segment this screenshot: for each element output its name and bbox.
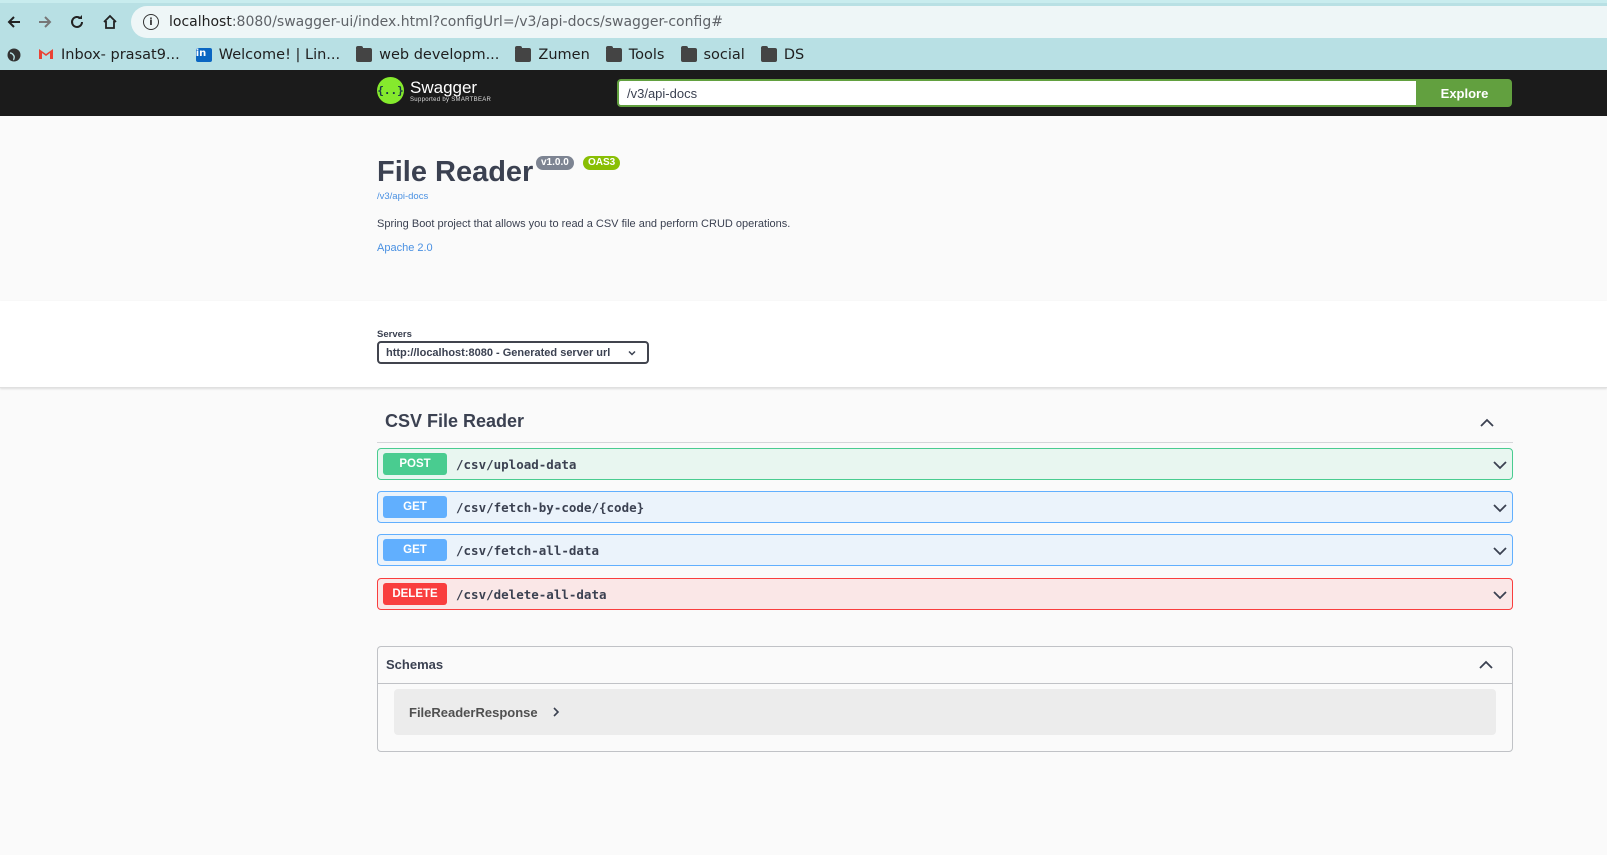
schemas-title: Schemas — [386, 657, 444, 672]
bookmark-label: web developm... — [379, 47, 500, 63]
bookmark-social[interactable]: social — [680, 46, 745, 63]
info-section: File Reader v1.0.0 OAS3 /v3/api-docs Spr… — [0, 116, 1607, 301]
chevron-right-icon[interactable] — [552, 707, 560, 717]
url-path: :8080/swagger-ui/index.html?configUrl=/v… — [231, 14, 723, 30]
swagger-logo-icon: {..} — [377, 77, 404, 104]
folder-icon — [515, 46, 532, 62]
browser-chrome: i localhost:8080/swagger-ui/index.html?c… — [0, 0, 1607, 70]
bookmark-ds[interactable]: DS — [760, 46, 805, 63]
forward-icon[interactable] — [32, 9, 58, 35]
back-icon[interactable] — [1, 9, 27, 35]
bookmark-linkedin[interactable]: in Welcome! | Lin... — [195, 47, 341, 63]
operation-delete-all-data[interactable]: DELETE /csv/delete-all-data — [377, 578, 1513, 610]
schemas-header[interactable]: Schemas — [378, 647, 1512, 684]
home-icon[interactable] — [97, 9, 123, 35]
bookmark-label: Zumen — [538, 47, 590, 63]
oas-badge: OAS3 — [583, 156, 621, 170]
operation-path: /csv/upload-data — [456, 456, 577, 472]
chevron-up-icon[interactable] — [1478, 657, 1494, 673]
method-badge: DELETE — [383, 583, 447, 605]
api-url-input[interactable]: /v3/api-docs — [617, 79, 1418, 107]
api-description: Spring Boot project that allows you to r… — [377, 218, 791, 230]
chevron-down-icon — [628, 350, 636, 356]
license-link[interactable]: Apache 2.0 — [377, 242, 433, 254]
folder-icon — [605, 46, 622, 62]
bookmark-tools[interactable]: Tools — [605, 46, 665, 63]
bookmark-zumen[interactable]: Zumen — [515, 46, 590, 63]
chevron-up-icon[interactable] — [1479, 415, 1495, 431]
servers-select[interactable]: http://localhost:8080 - Generated server… — [377, 341, 649, 364]
bookmark-label: Welcome! | Lin... — [218, 47, 341, 63]
tag-header[interactable]: CSV File Reader — [377, 405, 1513, 443]
method-badge: GET — [383, 496, 447, 518]
bookmark-label: DS — [783, 47, 805, 63]
url-host: localhost — [169, 14, 232, 30]
bookmarks-globe-icon[interactable] — [6, 47, 22, 63]
logo-subtext: Supported by SMARTBEAR — [410, 96, 492, 103]
spec-url-link[interactable]: /v3/api-docs — [377, 191, 428, 202]
logo-text: Swagger — [410, 77, 478, 97]
explore-button[interactable]: Explore — [1417, 79, 1512, 107]
chevron-down-icon[interactable] — [1492, 457, 1508, 473]
model-name: FileReaderResponse — [409, 704, 538, 720]
bookmark-label: Tools — [628, 47, 665, 63]
bookmark-label: social — [703, 47, 745, 63]
chevron-down-icon[interactable] — [1492, 587, 1508, 603]
linkedin-icon: in — [195, 48, 212, 62]
operation-path: /csv/delete-all-data — [456, 586, 607, 602]
servers-selected-value: http://localhost:8080 - Generated server… — [386, 346, 611, 359]
folder-icon — [680, 46, 697, 62]
bookmarks-bar: Inbox- prasat9... in Welcome! | Lin... w… — [0, 41, 820, 69]
operation-get-fetch-by-code[interactable]: GET /csv/fetch-by-code/{code} — [377, 491, 1513, 523]
gmail-icon — [38, 48, 54, 62]
folder-icon — [760, 46, 777, 62]
folder-icon — [356, 46, 373, 62]
reload-icon[interactable] — [64, 9, 90, 35]
servers-section: Servers http://localhost:8080 - Generate… — [0, 301, 1607, 388]
bookmark-label: Inbox- prasat9... — [61, 47, 180, 63]
method-badge: POST — [383, 453, 447, 475]
bookmark-web-development[interactable]: web developm... — [356, 46, 500, 63]
operation-post-upload-data[interactable]: POST /csv/upload-data — [377, 448, 1513, 480]
chevron-down-icon[interactable] — [1492, 543, 1508, 559]
site-info-icon[interactable]: i — [143, 14, 159, 30]
tag-title: CSV File Reader — [385, 411, 525, 431]
operation-get-fetch-all-data[interactable]: GET /csv/fetch-all-data — [377, 534, 1513, 566]
swagger-logo[interactable]: {..} Swagger Supported by SMARTBEAR — [377, 77, 491, 104]
operation-path: /csv/fetch-by-code/{code} — [456, 499, 645, 515]
model-file-reader-response[interactable]: FileReaderResponse — [394, 689, 1496, 735]
address-bar[interactable]: i localhost:8080/swagger-ui/index.html?c… — [131, 6, 1607, 38]
servers-label: Servers — [377, 329, 412, 340]
swagger-topbar: {..} Swagger Supported by SMARTBEAR /v3/… — [0, 70, 1607, 116]
method-badge: GET — [383, 539, 447, 561]
page-title: File Reader — [377, 156, 534, 188]
operation-path: /csv/fetch-all-data — [456, 542, 599, 558]
chevron-down-icon[interactable] — [1492, 500, 1508, 516]
bookmark-gmail[interactable]: Inbox- prasat9... — [38, 47, 180, 63]
schemas-section: Schemas FileReaderResponse — [377, 646, 1513, 752]
version-badge: v1.0.0 — [536, 156, 574, 170]
